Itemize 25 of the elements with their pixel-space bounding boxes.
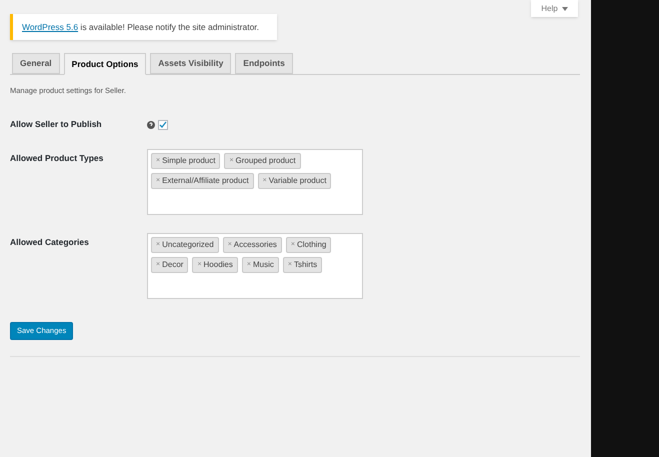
publish-checkbox[interactable] <box>158 120 168 130</box>
tag-label: Uncategorized <box>162 239 214 251</box>
field-label: Allowed Categories <box>10 236 90 249</box>
field-label: Allowed Product Types <box>10 152 104 165</box>
check-icon <box>159 120 167 129</box>
field-label: Allow Seller to Publish <box>10 118 103 131</box>
tab[interactable]: Assets Visibility <box>150 53 232 74</box>
tag-label: Music <box>252 259 274 271</box>
tab[interactable]: General <box>12 53 60 74</box>
tag-label: Simple product <box>162 155 216 167</box>
update-link[interactable]: WordPress 5.6 <box>22 22 78 32</box>
tab[interactable]: Product Options <box>64 53 146 75</box>
notice-text: WordPress 5.6 is available! Please notify the site administrator. <box>22 20 260 34</box>
tag-label: Tshirts <box>294 259 318 271</box>
tag-label: Decor <box>162 259 184 271</box>
tag-label: Hoodies <box>204 259 233 271</box>
caret-icon <box>562 6 568 10</box>
tag-label: Variable product <box>268 175 326 187</box>
tag-label: Clothing <box>297 239 326 251</box>
tag-label: Grouped product <box>236 155 296 167</box>
help-button[interactable]: Help <box>531 0 578 17</box>
help-icon <box>147 120 155 129</box>
tag-label: Accessories <box>234 239 277 251</box>
tag-label: External/Affiliate product <box>162 175 249 187</box>
tab[interactable]: Endpoints <box>235 53 293 74</box>
